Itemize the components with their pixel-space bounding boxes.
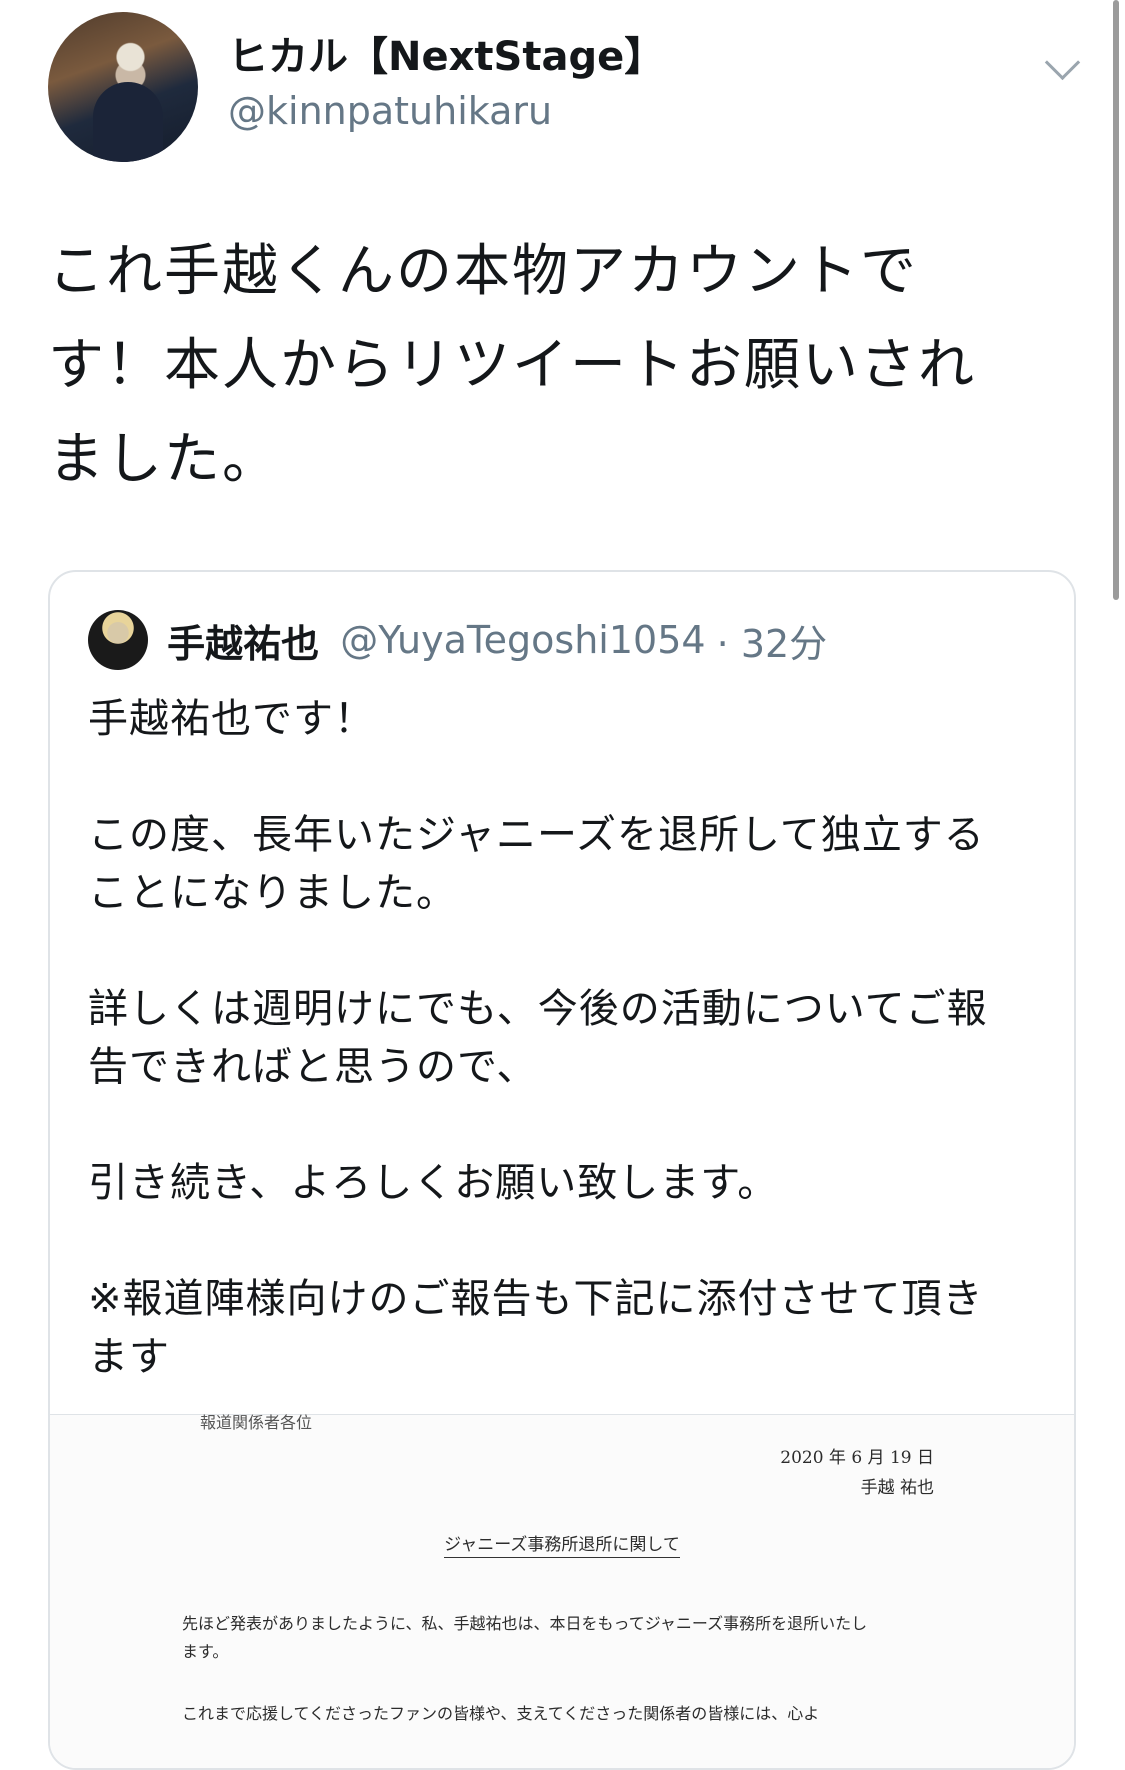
document-signer: 手越 祐也: [860, 1478, 934, 1498]
attached-document-image[interactable]: 報道関係者各位 2020 年 6 月 19 日 手越 祐也 ジャニーズ事務所退所…: [50, 1413, 1074, 1768]
quoted-handle: @YuyaTegoshi1054: [340, 618, 706, 662]
quoted-avatar: [88, 610, 148, 670]
quoted-tweet-body: 手越祐也です！ この度、長年いたジャニーズを退所して独立する ことになりました。…: [88, 696, 988, 1380]
document-addressee: 報道関係者各位: [200, 1413, 313, 1432]
tweet-text-line: す！本人からリツイートお願いされ: [48, 333, 976, 398]
author-names: ヒカル【NextStage】 @kinnpatuhikaru: [228, 32, 664, 136]
tweet-text-line: ました。: [48, 427, 280, 492]
quoted-tweet-header: 手越祐也 @YuyaTegoshi1054 · 32分: [88, 610, 1054, 670]
tweet-text: これ手越くんの本物アカウントで す！本人からリツイートお願いされ ました。: [48, 225, 1048, 507]
author-handle[interactable]: @kinnpatuhikaru: [228, 86, 664, 136]
document-paragraph-2: これまで応援してくださったファンの皆様や、支えてくださった関係者の皆様には、心よ: [182, 1704, 820, 1723]
tweet-text-line: これ手越くんの本物アカウントで: [48, 239, 918, 304]
document-title-text: ジャニーズ事務所退所に関して: [444, 1535, 680, 1558]
document-date: 2020 年 6 月 19 日: [780, 1448, 934, 1468]
quoted-time: · 32分: [716, 621, 828, 666]
avatar[interactable]: [48, 12, 198, 162]
chevron-down-icon[interactable]: [1044, 44, 1081, 81]
quoted-display-name: 手越祐也: [167, 621, 320, 666]
document-title: ジャニーズ事務所退所に関して: [50, 1530, 1074, 1558]
author-display-name[interactable]: ヒカル【NextStage】: [228, 32, 664, 82]
tweet-header: ヒカル【NextStage】 @kinnpatuhikaru: [48, 12, 1085, 162]
scrollbar[interactable]: [1113, 0, 1119, 600]
quoted-tweet-card[interactable]: 手越祐也 @YuyaTegoshi1054 · 32分 手越祐也です！ この度、…: [48, 570, 1076, 1770]
document-paragraph-1: 先ほど発表がありましたように、私、手越祐也は、本日をもってジャニーズ事務所を退所…: [182, 1614, 868, 1661]
